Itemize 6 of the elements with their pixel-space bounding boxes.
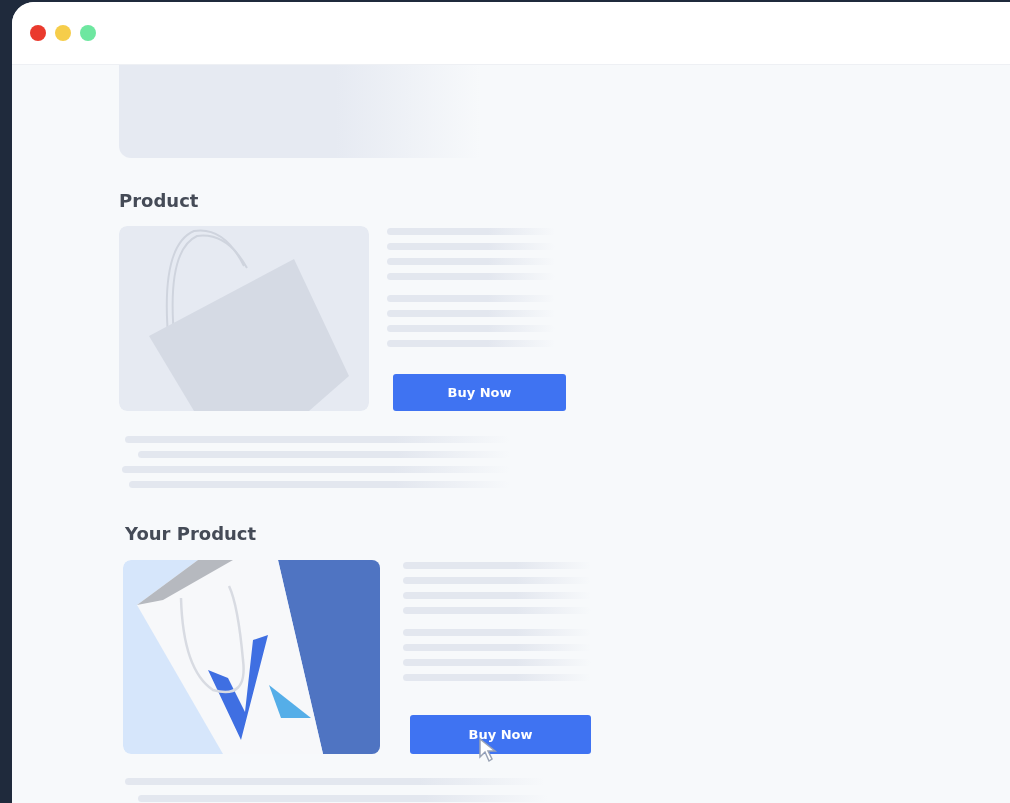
section-heading: Product bbox=[119, 190, 200, 212]
section-heading: Your Product bbox=[125, 523, 258, 545]
maximize-icon[interactable] bbox=[80, 25, 96, 41]
minimize-icon[interactable] bbox=[55, 25, 71, 41]
close-icon[interactable] bbox=[30, 25, 46, 41]
buy-now-button[interactable]: Buy Now bbox=[393, 374, 566, 411]
